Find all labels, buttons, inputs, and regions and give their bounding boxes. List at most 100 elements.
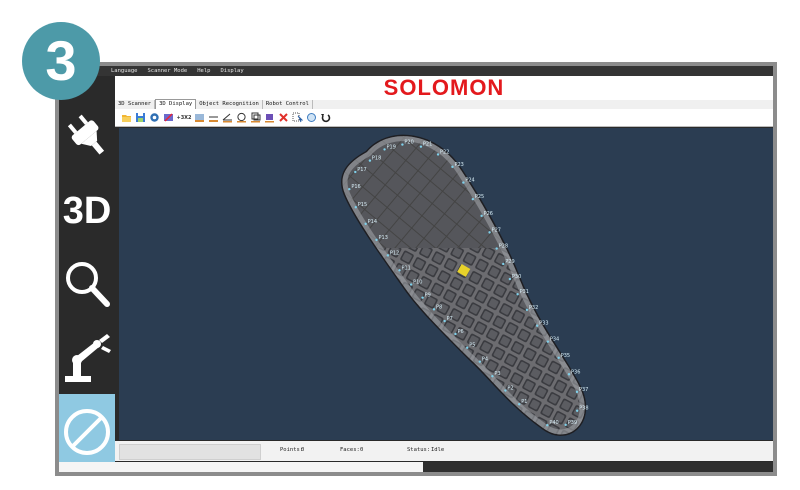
plug-icon — [67, 114, 105, 155]
faces-value: 0 — [360, 447, 364, 453]
brand-bar: SOLOMON — [115, 75, 773, 100]
point-label: P14 — [368, 219, 377, 225]
settings-icon[interactable] — [149, 112, 160, 123]
faces-label: Faces: — [340, 447, 360, 453]
points-label: Points: — [280, 447, 304, 453]
sidebar-item-robot[interactable] — [59, 321, 115, 391]
magnifier-icon — [66, 262, 110, 307]
sidebar-3d-label: 3D — [62, 189, 112, 232]
point-label: P23 — [454, 162, 463, 168]
point-marker — [368, 159, 372, 162]
shoe-sole-model[interactable]: P1 P2 P3 P4 P5 P6 P7 P8 P9 P10 P11 P12 P13 P14 P15 P16 P… — [119, 128, 773, 440]
point-marker — [443, 319, 446, 323]
copy-icon[interactable] — [250, 112, 261, 123]
point-marker — [480, 214, 483, 218]
point-label: P19 — [387, 144, 396, 150]
points-value: 0 — [301, 447, 305, 453]
sidebar-item-stop[interactable] — [59, 394, 115, 470]
point-label: P6 — [457, 329, 463, 335]
status-progress-box — [119, 444, 261, 460]
point-label: P34 — [550, 337, 559, 343]
color-icon[interactable] — [264, 112, 275, 123]
point-marker — [354, 170, 357, 174]
point-marker — [419, 145, 423, 148]
point-label: P11 — [401, 265, 410, 271]
point-marker — [471, 197, 475, 201]
point-marker — [383, 148, 386, 151]
angle-icon[interactable] — [222, 112, 233, 123]
3d-viewport[interactable]: P1 P2 P3 P4 P5 P6 P7 P8 P9 P10 P11 P12 P13 P14 P15 P16 P… — [119, 128, 773, 440]
tab-3d-display[interactable]: 3D Display — [155, 99, 197, 109]
delete-icon[interactable] — [278, 112, 289, 123]
point-label: P32 — [529, 305, 538, 311]
menu-language[interactable]: Language — [111, 68, 138, 74]
sidebar-item-recognition[interactable] — [59, 249, 115, 319]
no-entry-icon — [64, 409, 110, 455]
tab-bar: 3D Scanner 3D Display Object Recognition… — [115, 99, 773, 109]
point-marker — [546, 423, 549, 427]
point-label: P30 — [512, 274, 521, 280]
point-label: P18 — [372, 156, 381, 162]
tools-icon[interactable] — [163, 112, 174, 123]
1x2-icon[interactable]: +3X2 — [177, 112, 192, 123]
select-icon[interactable] — [292, 112, 303, 123]
toolbar: +3X2 — [115, 109, 773, 127]
point-label: P38 — [579, 406, 588, 412]
point-marker — [466, 346, 469, 349]
point-label: P24 — [465, 178, 474, 184]
point-label: P2 — [507, 386, 513, 392]
grid-icon[interactable] — [194, 112, 205, 123]
point-marker — [451, 165, 454, 169]
point-marker — [436, 153, 440, 156]
point-marker — [488, 231, 491, 234]
point-label: P12 — [390, 250, 399, 256]
point-label: P22 — [440, 149, 449, 155]
point-marker — [516, 293, 519, 296]
clock-icon[interactable] — [236, 112, 247, 123]
folder-open-icon[interactable] — [121, 112, 132, 123]
app-window: Language Scanner Mode Help Display SOLOM… — [59, 66, 773, 472]
brand-logo: SOLOMON — [383, 75, 505, 100]
point-marker — [364, 222, 367, 226]
point-marker — [508, 277, 512, 281]
point-marker — [504, 389, 507, 392]
point-marker — [375, 238, 378, 242]
point-marker — [495, 247, 498, 250]
point-marker — [557, 356, 560, 359]
sidebar-item-connect[interactable] — [59, 100, 115, 170]
point-marker — [478, 360, 482, 363]
point-marker — [502, 262, 505, 266]
step-badge: 3 — [22, 22, 100, 100]
undo-icon[interactable] — [320, 112, 331, 123]
tab-3d-scanner[interactable]: 3D Scanner — [115, 100, 156, 109]
tab-object-recognition[interactable]: Object Recognition — [196, 100, 263, 109]
menu-display[interactable]: Display — [221, 68, 244, 74]
rotate-view-icon[interactable] — [306, 112, 317, 123]
point-marker — [535, 324, 539, 327]
menu-help[interactable]: Help — [197, 68, 210, 74]
point-marker — [409, 283, 413, 286]
sidebar-item-3d[interactable]: 3D — [59, 176, 115, 246]
save-icon[interactable] — [135, 112, 146, 123]
measure-line-icon[interactable] — [208, 112, 219, 123]
point-label: P37 — [579, 387, 588, 393]
point-label: P13 — [379, 235, 388, 241]
tab-robot-control[interactable]: Robot Control — [263, 100, 313, 109]
point-label: P5 — [469, 343, 475, 349]
point-label: P36 — [571, 369, 580, 375]
point-marker — [546, 340, 550, 343]
mode-sidebar: 3D — [59, 76, 115, 472]
point-label: P28 — [499, 244, 508, 250]
point-label: P31 — [520, 289, 529, 295]
point-marker — [462, 181, 465, 184]
menu-scanner-mode[interactable]: Scanner Mode — [148, 68, 188, 74]
point-marker — [518, 402, 521, 406]
point-label: P9 — [425, 293, 431, 299]
bottom-panel — [423, 462, 773, 472]
point-label: P7 — [447, 316, 453, 322]
point-label: P17 — [357, 167, 366, 173]
point-label: P26 — [484, 211, 493, 217]
point-label: P3 — [494, 371, 500, 377]
point-label: P1 — [521, 399, 527, 405]
point-marker — [401, 143, 404, 146]
